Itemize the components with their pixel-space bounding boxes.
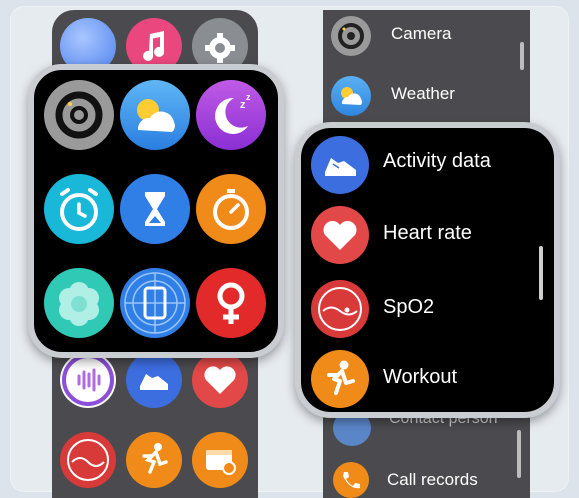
menu-item-label: Heart rate [383,222,472,244]
menu-item-label: Workout [383,366,458,388]
menu-item-label: SpO2 [383,296,435,318]
watch-health-menu: Activity data Heart rate SpO2 Workout [295,122,560,418]
menu-item[interactable]: Heart rate [301,206,554,266]
list-item[interactable]: Weather [323,70,530,118]
timer-icon[interactable] [120,174,190,244]
list-item[interactable]: Call records [323,460,530,498]
menu-item[interactable]: SpO2 [301,280,554,340]
scrollbar[interactable] [517,430,521,478]
weather-icon [331,76,371,116]
calendar-icon[interactable] [192,432,248,488]
running-icon[interactable] [126,432,182,488]
menu-item[interactable]: Workout [301,350,554,410]
running-icon [311,350,369,408]
menu-item-label: Activity data [383,150,491,172]
female-health-icon[interactable] [196,268,266,338]
list-item-label: Weather [391,84,455,103]
scrollbar[interactable] [520,42,524,70]
stopwatch-icon[interactable] [196,174,266,244]
shoe-icon [311,136,369,194]
shoe-icon[interactable] [126,352,182,408]
call-records-icon [333,462,369,498]
compass-icon[interactable] [120,268,190,338]
list-item[interactable]: Camera [323,10,530,58]
alarm-icon[interactable] [44,174,114,244]
scrollbar[interactable] [539,246,543,300]
audio-icon[interactable] [60,352,116,408]
sleep-icon[interactable]: zz [196,80,266,150]
heart-icon[interactable] [192,352,248,408]
camera-icon[interactable] [44,80,114,150]
camera-icon [331,16,371,56]
heart-icon [311,206,369,264]
list-item-label: Call records [387,470,478,489]
svg-text:z: z [246,92,251,102]
list-item-label: Camera [391,24,452,43]
spo2-icon[interactable] [60,432,116,488]
weather-icon[interactable] [120,80,190,150]
breathe-icon[interactable] [44,268,114,338]
watch-app-grid: zz [28,64,284,358]
menu-item[interactable]: Activity data [301,136,554,196]
spo2-icon [311,280,369,338]
